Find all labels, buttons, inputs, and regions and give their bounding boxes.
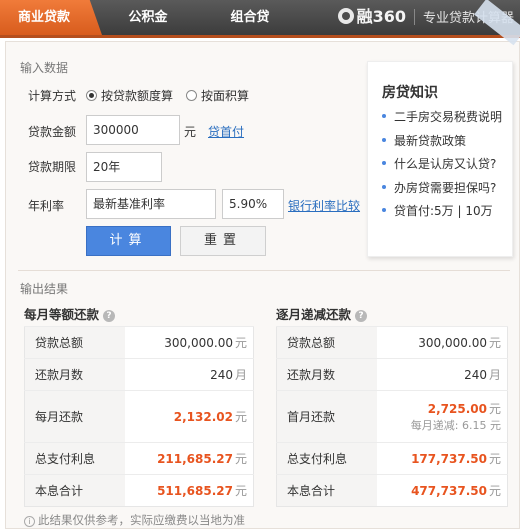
- divider: [413, 9, 415, 25]
- bullet-icon: [382, 208, 386, 212]
- down-payment-link[interactable]: 贷首付: [208, 123, 244, 140]
- rate-label: 年利率: [28, 199, 65, 213]
- rate-type-select[interactable]: 最新基准利率: [86, 189, 216, 219]
- row-value: 300,000.00 元: [376, 326, 508, 359]
- section-divider: [18, 270, 510, 271]
- row-label: 首月还款: [276, 390, 377, 443]
- amount-label: 贷款金额: [28, 125, 77, 139]
- list-item[interactable]: 最新贷款政策: [382, 130, 502, 154]
- bullet-icon: [382, 184, 386, 189]
- help-icon[interactable]: ?: [355, 310, 368, 322]
- row-label: 总支付利息: [24, 442, 125, 475]
- row-value: 177,737.50 元: [376, 442, 508, 475]
- table-row: 还款月数 240 月: [24, 358, 254, 391]
- row-value: 511,685.27 元: [124, 474, 254, 507]
- list-item[interactable]: 办房贷需要担保吗?: [382, 177, 502, 201]
- term-label: 贷款期限: [28, 160, 77, 174]
- row-value: 2,132.02 元: [124, 390, 254, 443]
- tab-commercial-loan[interactable]: 商业贷款: [0, 0, 102, 35]
- equal-principal-title: 逐月递减还款?: [276, 304, 368, 323]
- output-section-label: 输出结果: [20, 282, 69, 296]
- table-row: 还款月数 240 月: [276, 358, 508, 391]
- knowledge-list: 二手房交易税费说明 最新贷款政策 什么是认房又认贷? 办房贷需要担保吗? 贷首付…: [382, 106, 502, 224]
- mortgage-knowledge-card: 房贷知识 二手房交易税费说明 最新贷款政策 什么是认房又认贷? 办房贷需要担保吗…: [367, 61, 513, 257]
- row-value: 2,725.00 元 每月递减: 6.15 元: [376, 390, 508, 443]
- row-value: 300,000.00 元: [124, 326, 254, 359]
- row-label: 总支付利息: [276, 442, 377, 475]
- row-value: 240 月: [124, 358, 254, 391]
- list-item[interactable]: 什么是认房又认贷?: [382, 153, 502, 177]
- row-label: 本息合计: [276, 474, 377, 507]
- radio-selected-icon[interactable]: [86, 90, 97, 101]
- table-row: 本息合计 477,737.50 元: [276, 474, 508, 507]
- rate-compare-link[interactable]: 银行利率比较: [288, 197, 360, 214]
- row-label: 每月还款: [24, 390, 125, 443]
- brand-logo: 融360: [356, 7, 406, 26]
- method-label: 计算方式: [28, 89, 77, 103]
- reset-button[interactable]: 重置: [180, 226, 266, 256]
- equal-payment-title: 每月等额还款?: [24, 304, 116, 323]
- monthly-decrease: 每月递减: 6.15 元: [410, 419, 501, 432]
- amount-unit: 元: [184, 125, 197, 139]
- knowledge-title: 房贷知识: [382, 85, 438, 101]
- table-row: 总支付利息 211,685.27 元: [24, 442, 254, 475]
- list-item[interactable]: 贷首付:5万 | 10万: [382, 200, 502, 224]
- row-value: 240 月: [376, 358, 508, 391]
- table-row: 每月还款 2,132.02 元: [24, 390, 254, 443]
- equal-principal-table: 贷款总额 300,000.00 元 还款月数 240 月 首月还款 2,725.00…: [276, 326, 508, 507]
- info-icon: i: [24, 516, 35, 527]
- row-label: 贷款总额: [24, 326, 125, 359]
- bullet-icon: [382, 137, 386, 142]
- radio-unselected-icon[interactable]: [186, 90, 197, 101]
- row-label: 还款月数: [276, 358, 377, 391]
- row-label: 贷款总额: [276, 326, 377, 359]
- table-row: 总支付利息 177,737.50 元: [276, 442, 508, 475]
- method-option-amount[interactable]: 按贷款额度算: [86, 87, 173, 104]
- top-tab-bar: 商业贷款 公积金 组合贷 融360 专业贷款计算器: [0, 0, 520, 38]
- table-row: 本息合计 511,685.27 元: [24, 474, 254, 507]
- row-label: 还款月数: [24, 358, 125, 391]
- bullet-icon: [382, 114, 386, 118]
- calculate-button[interactable]: 计算: [86, 226, 171, 256]
- row-value: 477,737.50 元: [376, 474, 508, 507]
- equal-payment-table: 贷款总额 300,000.00 元 还款月数 240 月 每月还款 2,132.02…: [24, 326, 254, 507]
- rong360-logo-icon: [337, 8, 354, 24]
- term-select[interactable]: 20年: [86, 152, 162, 182]
- disclaimer: i 此结果仅供参考，实际应缴费以当地为准: [24, 512, 245, 528]
- tab-provident-fund[interactable]: 公积金: [108, 0, 188, 35]
- tab-combined-loan[interactable]: 组合贷: [210, 0, 290, 35]
- method-option-area[interactable]: 按面积算: [186, 87, 249, 104]
- table-row: 贷款总额 300,000.00 元: [276, 326, 508, 359]
- input-section-label: 输入数据: [20, 61, 69, 75]
- bullet-icon: [382, 161, 386, 165]
- rate-input[interactable]: 5.90%: [222, 189, 284, 219]
- amount-input[interactable]: 300000: [86, 115, 180, 145]
- row-value: 211,685.27 元: [124, 442, 254, 475]
- help-icon[interactable]: ?: [103, 310, 116, 322]
- list-item[interactable]: 二手房交易税费说明: [382, 106, 502, 130]
- table-row: 贷款总额 300,000.00 元: [24, 326, 254, 359]
- table-row: 首月还款 2,725.00 元 每月递减: 6.15 元: [276, 390, 508, 443]
- row-label: 本息合计: [24, 474, 125, 507]
